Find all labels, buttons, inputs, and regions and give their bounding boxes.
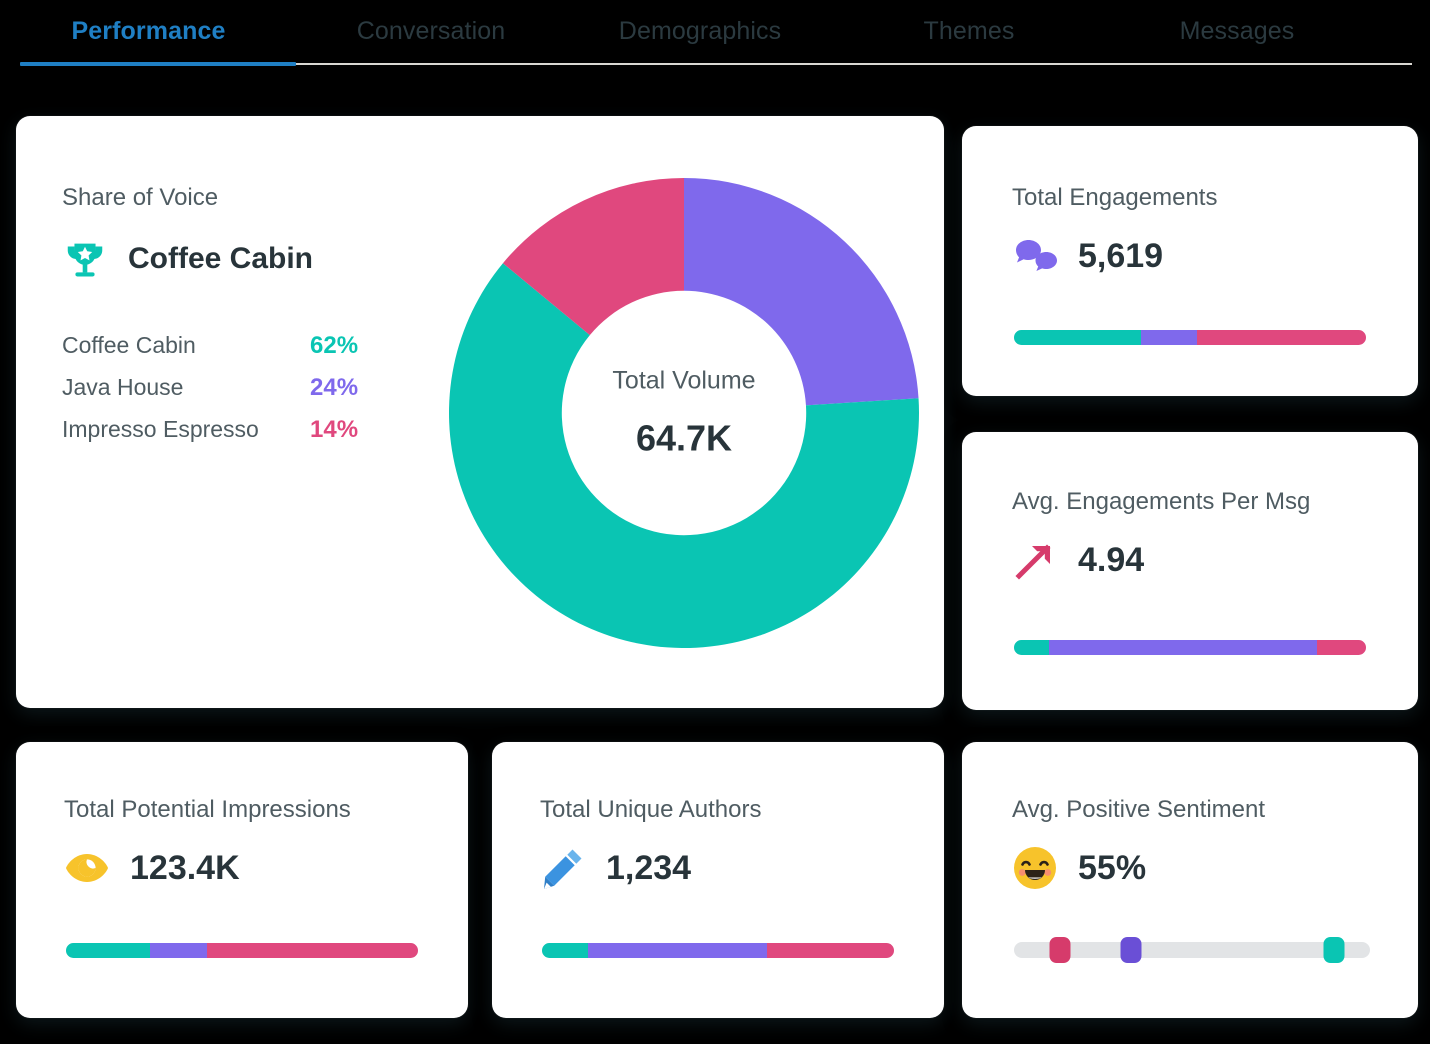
tab-performance-label: Performance [72,17,226,46]
bar-segment-teal [1014,640,1049,655]
tab-bar: Performance Conversation Demographics Th… [0,0,1430,66]
tab-messages[interactable]: Messages [1103,0,1371,62]
tab-conversation[interactable]: Conversation [297,0,565,62]
donut-slice-java-house[interactable] [684,178,919,405]
bar-segment-pink [1197,330,1366,345]
share-of-voice-leader-name: Coffee Cabin [128,242,313,276]
slider-marker-negative[interactable] [1050,937,1071,963]
total-impressions-bar [66,943,418,958]
share-of-voice-title: Share of Voice [62,184,442,212]
bar-segment-teal [542,943,588,958]
total-engagements-value-row: 5,619 [1012,233,1163,279]
total-engagements-bar [1014,330,1366,345]
total-authors-bar [542,943,894,958]
total-authors-value-row: 1,234 [540,845,691,891]
total-authors-value: 1,234 [606,849,691,888]
share-of-voice-row-label: Coffee Cabin [62,332,310,359]
tab-demographics-label: Demographics [619,17,781,46]
bar-segment-pink [767,943,894,958]
avg-engagements-card: Avg. Engagements Per Msg 4.94 [962,432,1418,710]
share-of-voice-donut-chart[interactable]: Total Volume 64.7K [449,178,919,648]
bar-segment-teal [66,943,150,958]
tab-themes[interactable]: Themes [835,0,1103,62]
bar-segment-pink [1317,640,1366,655]
chat-bubbles-icon [1012,233,1058,279]
avg-sentiment-card: Avg. Positive Sentiment 55% [962,742,1418,1018]
avg-engagements-bar [1014,640,1366,655]
pencil-icon [540,845,586,891]
trend-up-arrow-icon [1012,537,1058,583]
share-of-voice-row-label: Java House [62,374,310,401]
total-impressions-card: Total Potential Impressions 123.4K [16,742,468,1018]
avg-engagements-value: 4.94 [1078,541,1144,580]
bar-segment-purple [150,943,206,958]
share-of-voice-row-label: Impresso Espresso [62,416,310,443]
share-of-voice-row: Impresso Espresso 14% [62,416,442,444]
tab-themes-label: Themes [924,17,1015,46]
total-impressions-value: 123.4K [130,849,240,888]
avg-engagements-title: Avg. Engagements Per Msg [1012,488,1310,516]
eye-icon [64,845,110,891]
tab-messages-label: Messages [1180,17,1295,46]
share-of-voice-leader: Coffee Cabin [62,236,442,282]
total-impressions-value-row: 123.4K [64,845,240,891]
tab-conversation-label: Conversation [357,17,506,46]
tab-demographics[interactable]: Demographics [565,0,835,62]
total-authors-title: Total Unique Authors [540,796,761,824]
total-engagements-card: Total Engagements 5,619 [962,126,1418,396]
bar-segment-purple [588,943,768,958]
avg-sentiment-value-row: 55% [1012,845,1146,891]
slider-marker-neutral[interactable] [1121,937,1142,963]
total-authors-card: Total Unique Authors 1,234 [492,742,944,1018]
share-of-voice-row: Java House 24% [62,374,442,402]
total-engagements-title: Total Engagements [1012,184,1217,212]
total-engagements-value: 5,619 [1078,237,1163,276]
tab-active-indicator [20,62,296,66]
share-of-voice-row-value: 14% [310,416,358,444]
bar-segment-teal [1014,330,1141,345]
tab-performance[interactable]: Performance [0,0,297,62]
share-of-voice-card: Share of Voice Coffee Cabin Coff [16,116,944,708]
slider-marker-positive[interactable] [1324,937,1345,963]
share-of-voice-rows: Coffee Cabin 62% Java House 24% Impresso… [62,332,442,444]
dashboard-root: Performance Conversation Demographics Th… [0,0,1430,1044]
share-of-voice-row: Coffee Cabin 62% [62,332,442,360]
avg-sentiment-title: Avg. Positive Sentiment [1012,796,1265,824]
avg-engagements-value-row: 4.94 [1012,537,1144,583]
trophy-icon [62,236,108,282]
share-of-voice-legend: Share of Voice Coffee Cabin Coff [62,184,442,444]
share-of-voice-row-value: 24% [310,374,358,402]
avg-sentiment-value: 55% [1078,849,1146,888]
bar-segment-purple [1049,640,1317,655]
avg-sentiment-slider[interactable] [1014,942,1370,958]
smiling-face-icon [1012,845,1058,891]
bar-segment-pink [207,943,418,958]
bar-segment-purple [1141,330,1197,345]
total-impressions-title: Total Potential Impressions [64,796,351,824]
share-of-voice-row-value: 62% [310,332,358,360]
